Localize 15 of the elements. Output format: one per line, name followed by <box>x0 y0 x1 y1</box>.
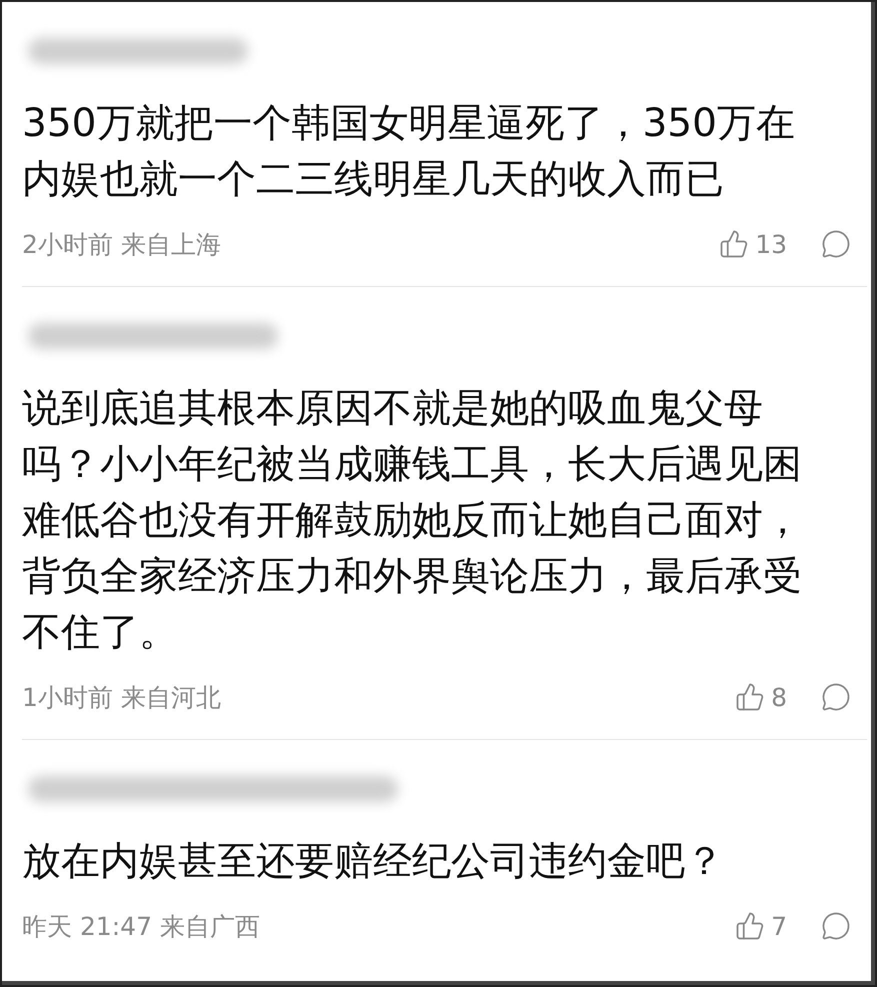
comment-meta: 昨天 21:47 来自广西 <box>22 910 260 942</box>
like-icon[interactable] <box>735 682 766 712</box>
like-icon[interactable] <box>719 229 750 259</box>
comment-icon[interactable] <box>821 229 851 259</box>
like-count: 13 <box>755 230 787 258</box>
comment-meta: 2小时前 来自上海 <box>22 228 221 260</box>
like-count: 7 <box>771 912 787 940</box>
comment-meta: 1小时前 来自河北 <box>22 682 221 714</box>
comment-text: 说到底追其根本原因不就是她的吸血鬼父母吗？小小年纪被当成赚钱工具，长大后遇见困难低谷也没有开解鼓励她反而让她自己面对，背负全家经济压力和外界舆论压力，最后承受不住了。 <box>22 385 803 657</box>
comment-text: 350万就把一个韩国女明星逼死了，350万在内娱也就一个二三线明星几天的收入而已 <box>22 100 796 204</box>
comment-icon[interactable] <box>821 682 851 712</box>
comment-text: 放在内娱甚至还要赔经纪公司违约金吧？ <box>22 838 725 886</box>
like-icon[interactable] <box>735 911 766 941</box>
like-count: 8 <box>771 682 787 712</box>
comment-icon[interactable] <box>821 911 851 941</box>
